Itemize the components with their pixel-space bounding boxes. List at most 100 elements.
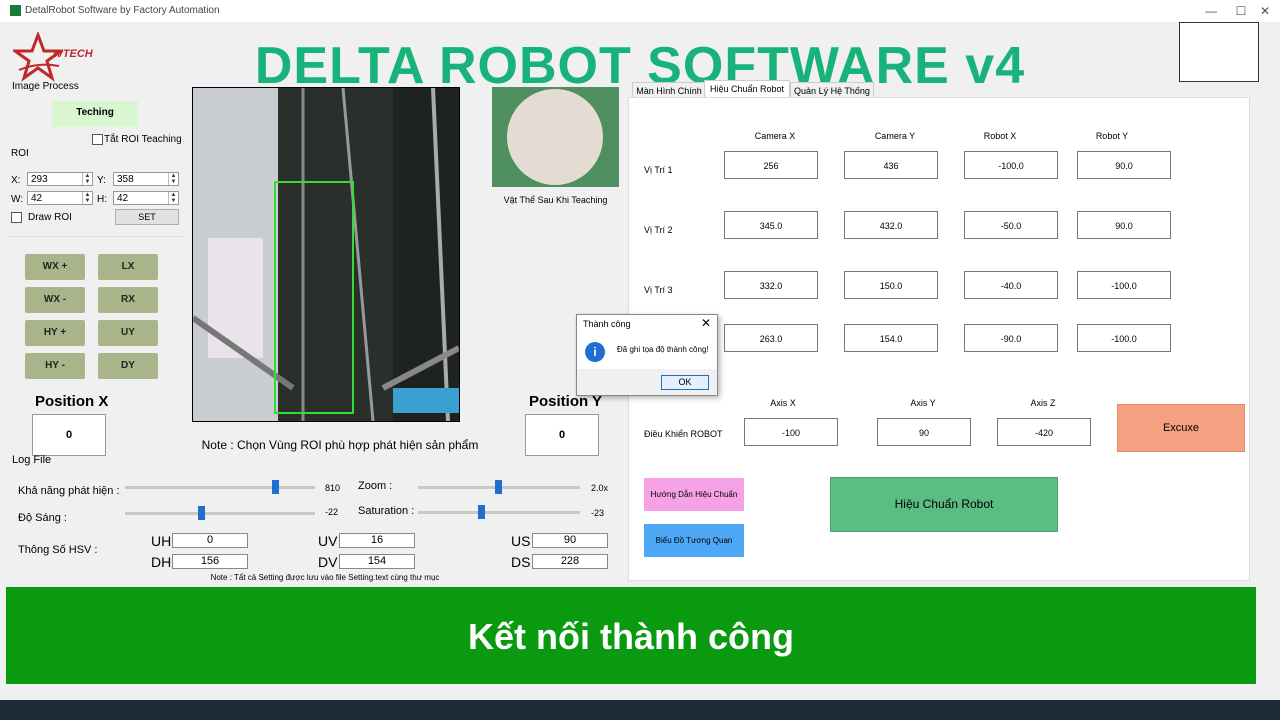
cell-pos3-camera-y[interactable]: 150.0: [844, 271, 938, 299]
saturation-slider-handle[interactable]: [478, 505, 485, 519]
axis-z-header: Axis Z: [1030, 398, 1056, 408]
success-dialog: Thành công ✕ i Đã ghi tọa độ thành công!…: [576, 314, 718, 396]
jog-hy-minus-button[interactable]: HY -: [25, 353, 85, 379]
cell-pos1-robot-y[interactable]: 90.0: [1077, 151, 1171, 179]
correlation-chart-button[interactable]: Biểu Đồ Tương Quan: [644, 524, 744, 557]
roi-x-label: X:: [11, 175, 21, 186]
position-y-value: 0: [525, 414, 599, 456]
column-header-robot-y: Robot Y: [1095, 131, 1129, 141]
ok-button[interactable]: OK: [661, 375, 709, 390]
cell-pos2-camera-y[interactable]: 432.0: [844, 211, 938, 239]
position-x-label: Position X: [35, 393, 109, 410]
axis-x-header: Axis X: [770, 398, 796, 408]
axis-z-input[interactable]: -420: [997, 418, 1091, 446]
roi-h-value: 42: [117, 193, 129, 204]
status-preview-box: [1179, 22, 1259, 82]
spin-arrows-icon[interactable]: ▲ ▼: [82, 173, 92, 185]
cell-pos4-robot-y[interactable]: -100.0: [1077, 324, 1171, 352]
divider: [8, 236, 184, 237]
cell-pos2-robot-y[interactable]: 90.0: [1077, 211, 1171, 239]
axis-y-header: Axis Y: [910, 398, 936, 408]
roi-teaching-checkbox[interactable]: [92, 134, 103, 145]
title-bar: DetalRobot Software by Factory Automatio…: [0, 0, 1280, 22]
column-header-camera-y: Camera Y: [874, 131, 916, 141]
dh-label: DH: [151, 554, 172, 570]
us-label: US: [511, 533, 531, 549]
detect-slider-handle[interactable]: [272, 480, 279, 494]
row-label-position-2: Vị Trí 2: [644, 225, 673, 235]
calibrate-robot-button[interactable]: Hiệu Chuẩn Robot: [830, 477, 1058, 532]
cell-pos1-robot-x[interactable]: -100.0: [964, 151, 1058, 179]
cell-pos1-camera-y[interactable]: 436: [844, 151, 938, 179]
roi-h-spinbox[interactable]: 42 ▲ ▼: [113, 191, 179, 205]
position-x-value: 0: [32, 414, 106, 456]
taskbar: [0, 700, 1280, 720]
row-label-position-3: Vị Trí 3: [644, 285, 673, 295]
cell-pos2-camera-x[interactable]: 345.0: [724, 211, 818, 239]
teaching-preview: [492, 87, 619, 187]
cell-pos4-camera-y[interactable]: 154.0: [844, 324, 938, 352]
preview-caption: Vật Thể Sau Khi Teaching: [503, 195, 608, 205]
zoom-value: 2.0x: [591, 483, 609, 493]
jog-lx-button[interactable]: LX: [98, 254, 158, 280]
saturation-slider[interactable]: [418, 511, 580, 514]
dv-field[interactable]: 154: [339, 554, 415, 569]
close-button[interactable]: ✕: [1250, 2, 1280, 20]
roi-x-spinbox[interactable]: 293 ▲ ▼: [27, 172, 93, 186]
cell-pos2-robot-x[interactable]: -50.0: [964, 211, 1058, 239]
axis-y-input[interactable]: 90: [877, 418, 971, 446]
cell-pos3-robot-y[interactable]: -100.0: [1077, 271, 1171, 299]
minimize-button[interactable]: —: [1196, 2, 1226, 20]
jog-rx-button[interactable]: RX: [98, 287, 158, 313]
zoom-label: Zoom :: [358, 480, 393, 492]
teaching-button[interactable]: Teching: [52, 101, 138, 127]
saturation-value: -23: [591, 508, 605, 518]
roi-x-value: 293: [31, 174, 48, 185]
ds-field[interactable]: 228: [532, 554, 608, 569]
dh-field[interactable]: 156: [172, 554, 248, 569]
brightness-slider-handle[interactable]: [198, 506, 205, 520]
ds-label: DS: [511, 554, 531, 570]
uh-label: UH: [151, 533, 172, 549]
camera-image: [193, 88, 459, 421]
window-title: DetalRobot Software by Factory Automatio…: [25, 5, 220, 16]
jog-dy-button[interactable]: DY: [98, 353, 158, 379]
cell-pos3-camera-x[interactable]: 332.0: [724, 271, 818, 299]
cell-pos4-robot-x[interactable]: -90.0: [964, 324, 1058, 352]
app-icon: [10, 5, 21, 16]
calibration-guide-button[interactable]: Hướng Dẫn Hiệu Chuẩn: [644, 478, 744, 511]
zoom-slider-handle[interactable]: [495, 480, 502, 494]
draw-roi-checkbox[interactable]: [11, 212, 22, 223]
spin-arrows-icon[interactable]: ▲ ▼: [168, 173, 178, 185]
roi-w-label: W:: [11, 194, 24, 205]
brightness-slider[interactable]: [125, 512, 315, 515]
connection-status-banner: Kết nối thành công: [6, 587, 1256, 684]
dialog-close-icon[interactable]: ✕: [701, 316, 711, 330]
jog-wx-plus-button[interactable]: WX +: [25, 254, 85, 280]
cell-pos3-robot-x[interactable]: -40.0: [964, 271, 1058, 299]
jog-uy-button[interactable]: UY: [98, 320, 158, 346]
roi-y-spinbox[interactable]: 358 ▲ ▼: [113, 172, 179, 186]
detect-slider[interactable]: [125, 486, 315, 489]
roi-y-value: 358: [117, 174, 134, 185]
uv-field[interactable]: 16: [339, 533, 415, 548]
brightness-label: Độ Sáng :: [18, 512, 67, 524]
axis-x-input[interactable]: -100: [744, 418, 838, 446]
calibration-panel: Camera X Camera Y Robot X Robot Y Vị Trí…: [628, 97, 1250, 581]
us-field[interactable]: 90: [532, 533, 608, 548]
cell-pos1-camera-x[interactable]: 256: [724, 151, 818, 179]
execute-button[interactable]: Excuxe: [1117, 404, 1245, 452]
detect-value: 810: [325, 483, 341, 493]
spin-arrows-icon[interactable]: ▲ ▼: [168, 192, 178, 204]
spin-arrows-icon[interactable]: ▲ ▼: [82, 192, 92, 204]
column-header-robot-x: Robot X: [983, 131, 1017, 141]
roi-w-spinbox[interactable]: 42 ▲ ▼: [27, 191, 93, 205]
set-button[interactable]: SET: [115, 209, 179, 225]
uh-field[interactable]: 0: [172, 533, 248, 548]
jog-wx-minus-button[interactable]: WX -: [25, 287, 85, 313]
row-label-position-1: Vị Trí 1: [644, 165, 673, 175]
info-icon: i: [585, 342, 605, 362]
cell-pos4-camera-x[interactable]: 263.0: [724, 324, 818, 352]
jog-hy-plus-button[interactable]: HY +: [25, 320, 85, 346]
camera-feed[interactable]: [192, 87, 460, 422]
